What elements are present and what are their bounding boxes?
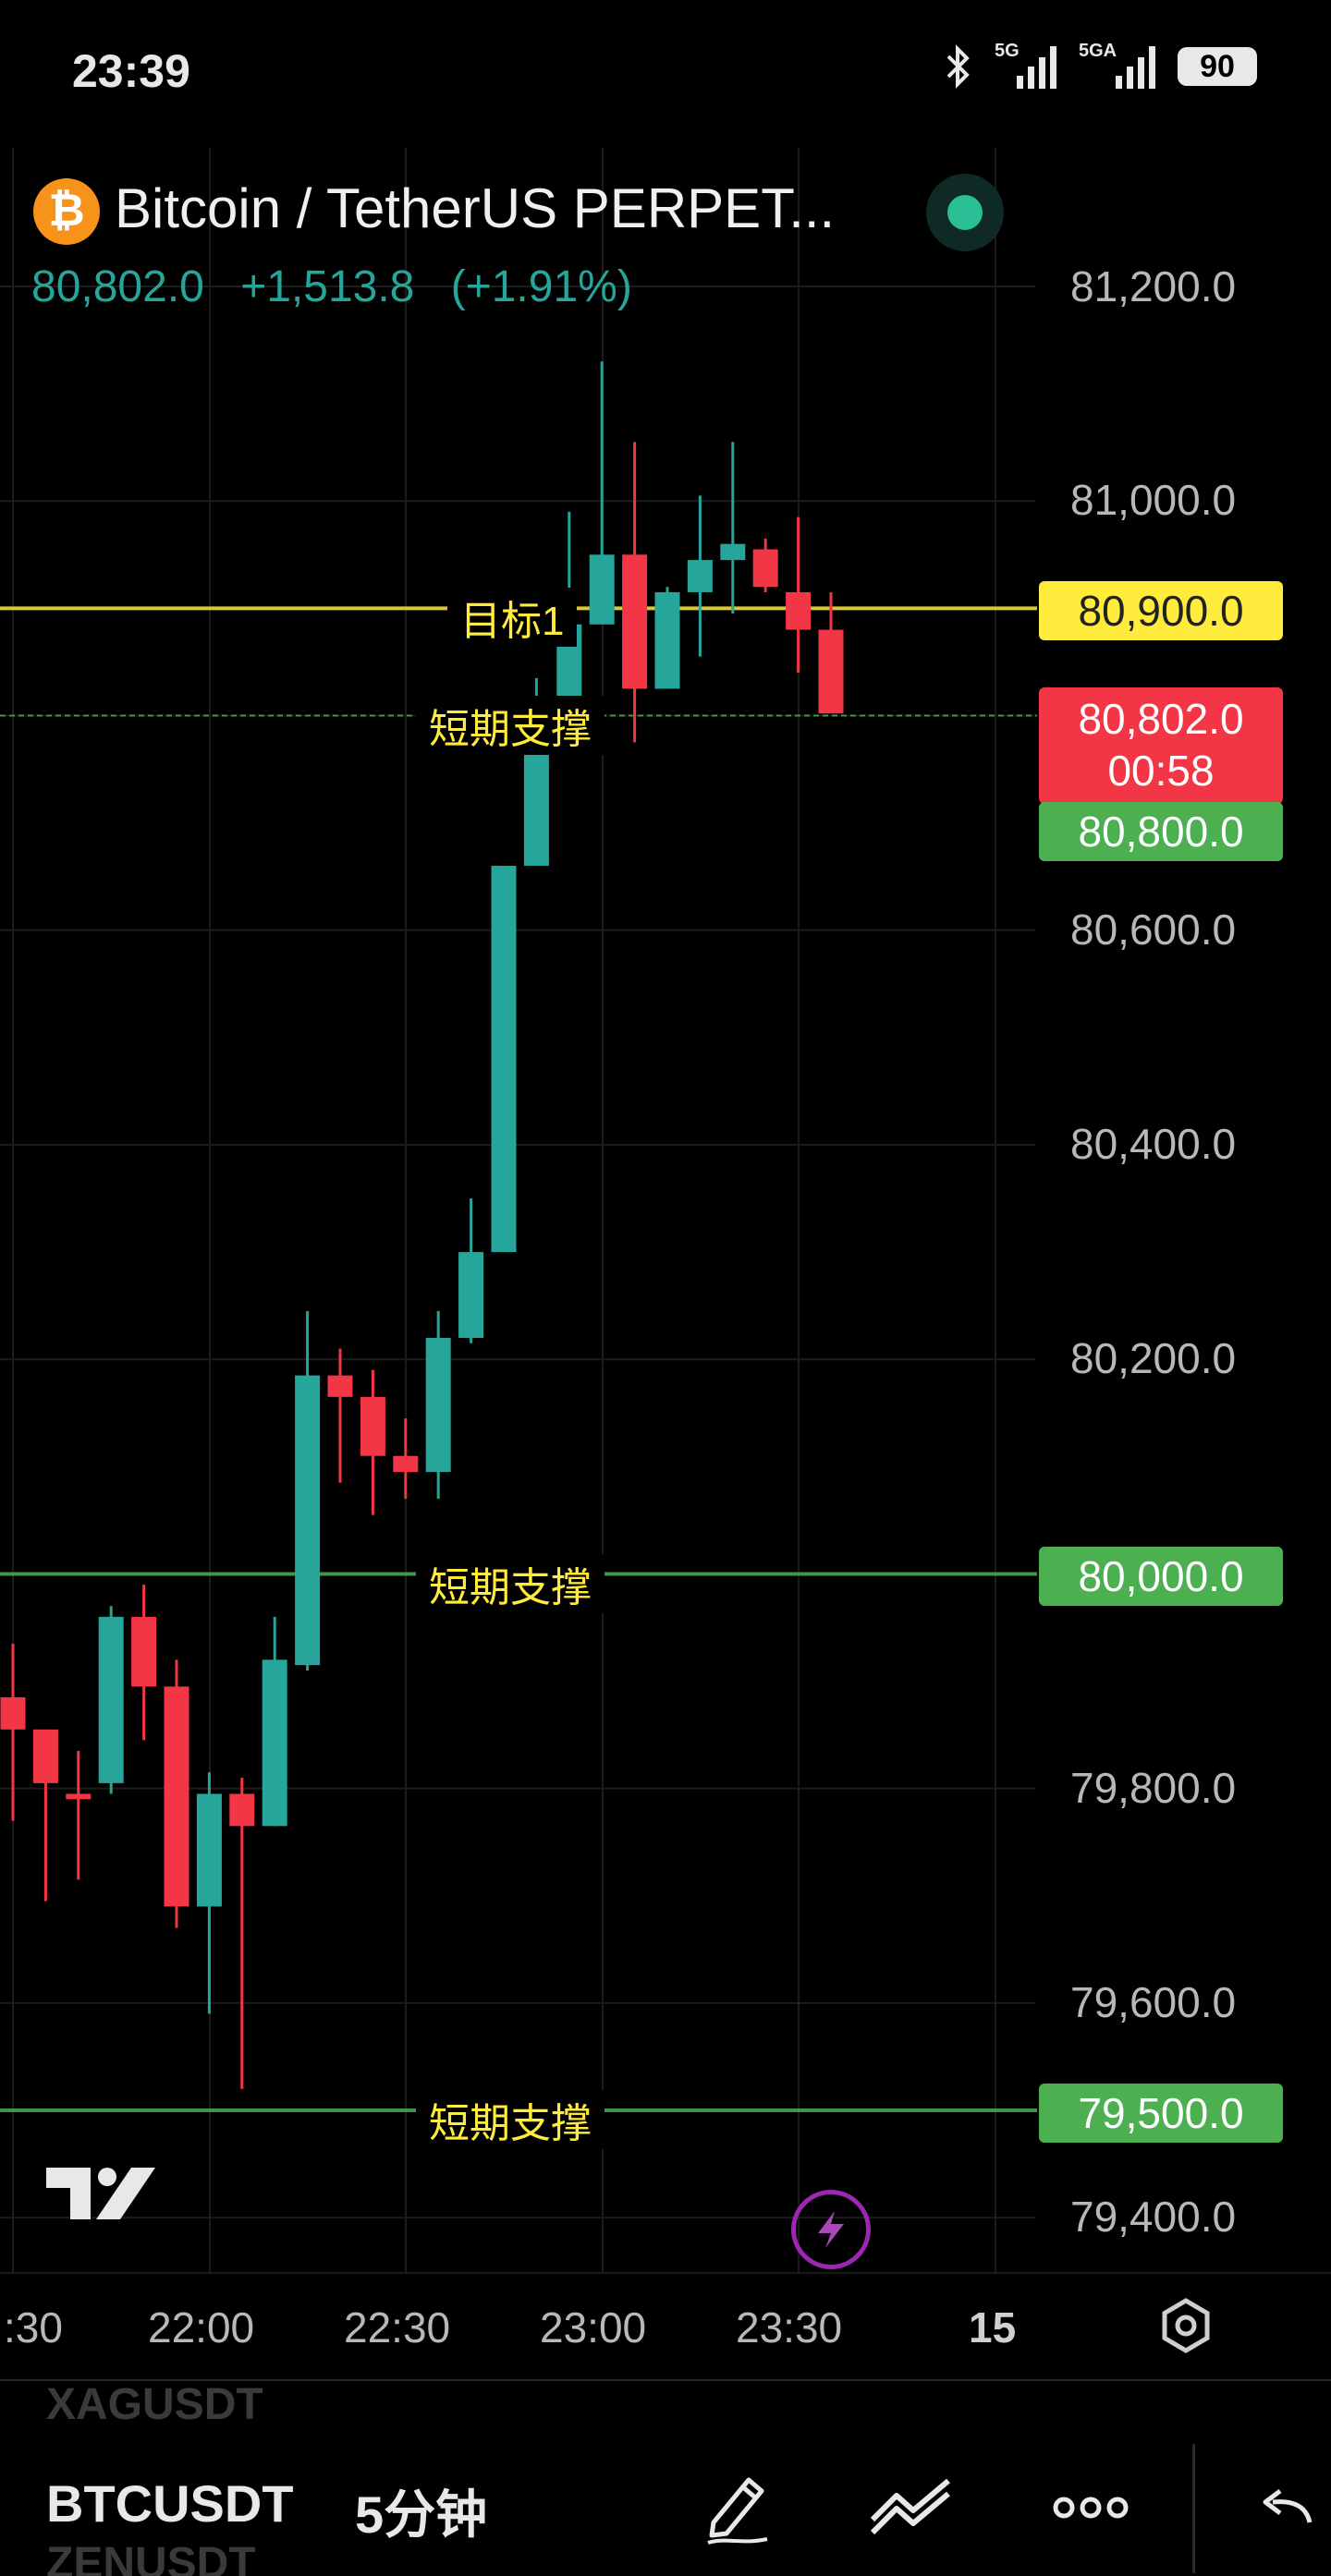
interval-selector[interactable]: 5分钟 [355,2473,487,2548]
candle-countdown: 00:58 [1107,747,1215,795]
support-line-label[interactable]: 短期支撑 [416,1554,604,1613]
time-axis-label: 22:00 [148,2303,255,2351]
candle-body [458,1252,484,1338]
back-arrow-icon [1263,2489,1313,2523]
adjacent-symbol-below: ZENUSDT [46,2539,256,2576]
pencil-icon [707,2477,768,2545]
price-axis-label: 79,800.0 [1070,1764,1237,1812]
candle-body [131,1616,157,1687]
price-axis-label: 81,000.0 [1070,476,1237,524]
candle-body [654,591,680,689]
drawing-tool-button[interactable] [690,2466,782,2549]
trend-line-icon [870,2478,950,2535]
toolbar-divider [1192,2444,1195,2573]
flash-button[interactable] [791,2190,871,2269]
target-line-label[interactable]: 目标1 [447,588,578,647]
more-icon [1053,2497,1129,2519]
candle-body [393,1455,419,1473]
candle-body [622,554,648,689]
current-price: 80,802.0 [31,262,204,311]
candle-body [295,1375,321,1666]
candle-body [523,736,549,867]
candle-body [327,1375,353,1397]
candle-body [752,549,778,588]
candle-body [229,1793,255,1827]
candle-body [425,1337,451,1473]
candle-body [818,629,844,714]
bottom-toolbar: XAGUSDT BTCUSDT 5分钟 ZENUSDT [0,2379,1331,2576]
candle-body [32,1729,58,1783]
price-change-percent: (+1.91%) [450,262,632,311]
candle-body [687,560,713,592]
candle-body [98,1616,124,1783]
candle-body [164,1686,189,1907]
support-line-label[interactable]: 短期支撑 [416,2090,604,2149]
candle-body [786,591,812,630]
candle-body [589,554,615,625]
time-axis-label: 23:00 [540,2303,647,2351]
price-summary: 80,802.0 +1,513.8 (+1.91%) [31,261,656,312]
support-price-tag: 79,500.0 [1039,2084,1283,2143]
tradingview-logo [46,2168,155,2219]
undo-button[interactable] [1239,2466,1331,2549]
candle-body [196,1793,222,1907]
price-axis-label: 80,400.0 [1070,1120,1237,1168]
market-status-indicator[interactable] [926,174,1004,251]
symbol-title[interactable]: Bitcoin / TetherUS PERPET... [115,176,835,240]
price-change: +1,513.8 [240,262,415,311]
support-line-label[interactable]: 短期支撑 [416,696,604,755]
price-axis-label: 80,200.0 [1070,1334,1237,1382]
candle-body [491,866,517,1253]
candle-body [360,1396,385,1456]
candle-body [262,1659,287,1827]
target-price-tag: 80,900.0 [1039,581,1283,640]
flash-icon [818,2211,844,2248]
price-axis-label: 80,600.0 [1070,905,1237,954]
price-axis-label: 81,200.0 [1070,262,1237,310]
candle-body [66,1793,92,1800]
time-axis-label: 22:30 [344,2303,451,2351]
bitcoin-icon: ₿ [33,178,100,245]
more-button[interactable] [1044,2466,1137,2549]
last-price-value: 80,802.0 [1078,695,1244,743]
time-axis-extra: 15 [969,2303,1017,2351]
candle-body [720,543,746,561]
symbol-selector[interactable]: BTCUSDT [46,2473,296,2533]
trend-line-button[interactable] [865,2466,958,2549]
support-price-tag: 80,800.0 [1039,802,1283,861]
settings-icon[interactable] [1155,2295,1216,2356]
time-axis-label: 23:30 [736,2303,843,2351]
price-axis-label: 79,400.0 [1070,2193,1237,2241]
time-axis-label: :30 [4,2303,63,2351]
support-price-tag: 80,000.0 [1039,1547,1283,1606]
price-axis-label: 79,600.0 [1070,1978,1237,2026]
candle-body [0,1696,26,1730]
adjacent-symbol-above: XAGUSDT [46,2380,263,2429]
last-price-tag: 80,802.0 00:58 [1039,687,1283,804]
